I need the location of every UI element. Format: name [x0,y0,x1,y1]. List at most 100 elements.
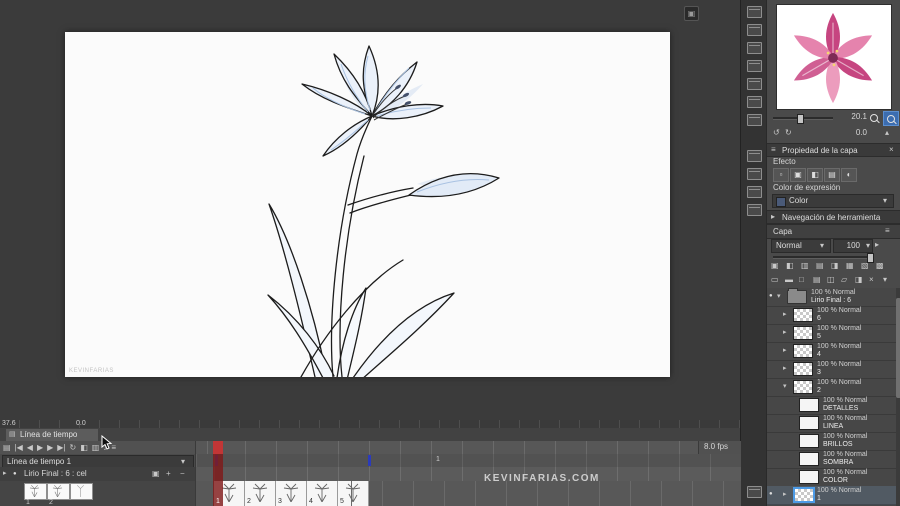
show-cells-button[interactable]: ▥ [92,442,100,454]
panel-tab-icon[interactable] [747,78,762,90]
empty-frame-cells[interactable] [351,481,741,506]
enable-keyframes-icon[interactable]: ▧ [861,260,869,272]
drawing-canvas[interactable]: KEVINFARIAS [65,32,670,377]
loop-playback-button[interactable]: ↻ [70,442,77,454]
lock-layer-icon[interactable]: ◨ [831,260,839,272]
track-camera-icon[interactable]: ▣ [152,468,160,480]
layer-thumbnail[interactable] [793,344,813,358]
effect-tone-icon[interactable]: ▣ [790,168,806,182]
frame-cell[interactable]: 4 [307,481,338,506]
effect-extract-icon[interactable]: ◧ [807,168,823,182]
layer-thumbnail[interactable] [793,326,813,340]
menu-icon[interactable]: ≡ [885,225,890,237]
fit-to-navigator-button[interactable] [883,111,899,126]
tab-timeline[interactable]: ▤ Línea de tiempo [6,429,98,441]
cel-preview[interactable] [47,483,70,500]
go-to-start-button[interactable]: |◀ [15,442,23,454]
expand-arrow-icon[interactable]: ▾ [777,292,781,300]
combine-layer-icon[interactable]: ◫ [827,274,835,286]
panel-tab-icon[interactable] [747,24,762,36]
panel-tab-icon[interactable] [747,114,762,126]
blend-mode-select[interactable]: Normal ▾ [771,239,831,253]
zoom-slider-handle[interactable] [797,114,804,124]
tool-navigation-header[interactable]: ▸ Navegación de herramienta [767,210,900,224]
panel-tab-icon[interactable] [747,204,762,216]
expand-arrow-icon[interactable]: ▸ [783,364,787,372]
layer-thumbnail[interactable] [799,434,819,448]
reset-rotation-icon[interactable]: ▴ [885,127,889,139]
effect-binarize-icon[interactable]: ◐ [841,168,857,182]
panel-tab-icon[interactable] [747,96,762,108]
clip-to-layer-icon[interactable]: ◧ [786,260,794,272]
delete-layer-icon[interactable]: × [869,274,874,286]
new-folder-icon[interactable]: □ [799,274,804,286]
reference-layer-icon[interactable]: ▥ [801,260,809,272]
layer-row[interactable]: 100 % Normal LINEA [767,414,896,433]
layer-thumbnail[interactable] [799,452,819,466]
panel-tab-icon[interactable] [747,186,762,198]
panel-tab-icon[interactable] [747,60,762,72]
panel-tab-icon[interactable] [747,150,762,162]
draft-layer-icon[interactable]: ▤ [816,260,824,272]
more-icon[interactable]: ▾ [883,274,887,286]
transfer-layer-icon[interactable]: ▤ [813,274,821,286]
layer-row[interactable]: 100 % Normal SOMBRA [767,450,896,469]
expand-arrow-icon[interactable]: ▸ [783,490,787,498]
go-to-end-button[interactable]: ▶| [57,442,65,454]
layer-row[interactable]: 100 % Normal DETALLES [767,396,896,415]
panel-tab-icon[interactable] [747,168,762,180]
track-header[interactable]: ▸ ● Lirio Final : 6 : cel ▣ + − [0,467,195,482]
lock-pixels-icon[interactable]: ▦ [846,260,854,272]
layer-row[interactable]: ▸ 100 % Normal 4 [767,342,896,361]
cel-preview[interactable] [70,483,93,500]
layer-row[interactable]: ▾ 100 % Normal 2 [767,378,896,397]
folder-thumbnail[interactable] [787,290,807,304]
frame-cell[interactable]: 3 [276,481,307,506]
canvas-overlay-icon[interactable]: ▣ [684,6,699,21]
layer-row[interactable]: ▸ 100 % Normal 3 [767,360,896,379]
new-vector-layer-icon[interactable]: ▬ [785,274,793,286]
loop-end-marker[interactable] [368,455,371,466]
menu-icon[interactable]: ≡ [771,144,776,156]
play-button[interactable]: ▶ [37,442,43,454]
layer-row[interactable]: ● ▾ 100 % Normal Lirio Final : 6 [767,288,896,307]
layer-row[interactable]: 100 % Normal COLOR [767,468,896,487]
prev-frame-button[interactable]: ◀ [27,442,33,454]
panel-tab-icon[interactable] [747,6,762,18]
opacity-options-icon[interactable]: ▸ [875,239,879,251]
effect-border-icon[interactable]: ▫ [773,168,789,182]
playhead[interactable] [213,441,223,454]
effect-layercolor-icon[interactable]: ▤ [824,168,840,182]
magnifier-icon[interactable] [870,114,879,123]
remove-cel-icon[interactable]: − [180,468,185,480]
expand-arrow-icon[interactable]: ▸ [783,346,787,354]
opacity-input[interactable]: 100 ▾ [833,239,873,253]
navigator-preview[interactable] [776,4,892,110]
close-icon[interactable]: × [889,144,894,156]
visibility-eye-icon[interactable]: ● [769,491,773,497]
track-frames-area[interactable] [195,467,741,481]
expand-arrow-icon[interactable]: ▸ [783,310,787,318]
next-frame-button[interactable]: ▶ [47,442,53,454]
layer-thumbnail[interactable] [793,362,813,376]
panel-tab-icon[interactable] [747,486,762,498]
expression-color-select[interactable]: Color ▾ [772,194,894,208]
expand-arrow-icon[interactable]: ▸ [3,468,7,480]
layer-thumbnail[interactable] [799,470,819,484]
layer-thumbnail[interactable] [793,380,813,394]
merge-layer-icon[interactable]: ▱ [841,274,847,286]
ruler-range-icon[interactable]: ▩ [876,260,884,272]
seconds-ruler[interactable]: 1 [195,454,741,467]
panel-tab-icon[interactable] [747,42,762,54]
opacity-slider[interactable] [773,256,873,259]
add-cel-icon[interactable]: + [166,468,171,480]
mask-icon[interactable]: ◨ [855,274,863,286]
frame-cell[interactable]: 2 [245,481,276,506]
layer-mask-icon[interactable]: ▣ [771,260,779,272]
layer-row-selected[interactable]: ● ▸ 100 % Normal 1 [767,486,896,505]
cel-preview[interactable] [24,483,47,500]
onion-skin-button[interactable]: ◧ [80,442,88,454]
visibility-eye-icon[interactable]: ● [769,293,773,299]
layer-row[interactable]: ▸ 100 % Normal 5 [767,324,896,343]
layer-thumbnail[interactable] [793,487,815,503]
